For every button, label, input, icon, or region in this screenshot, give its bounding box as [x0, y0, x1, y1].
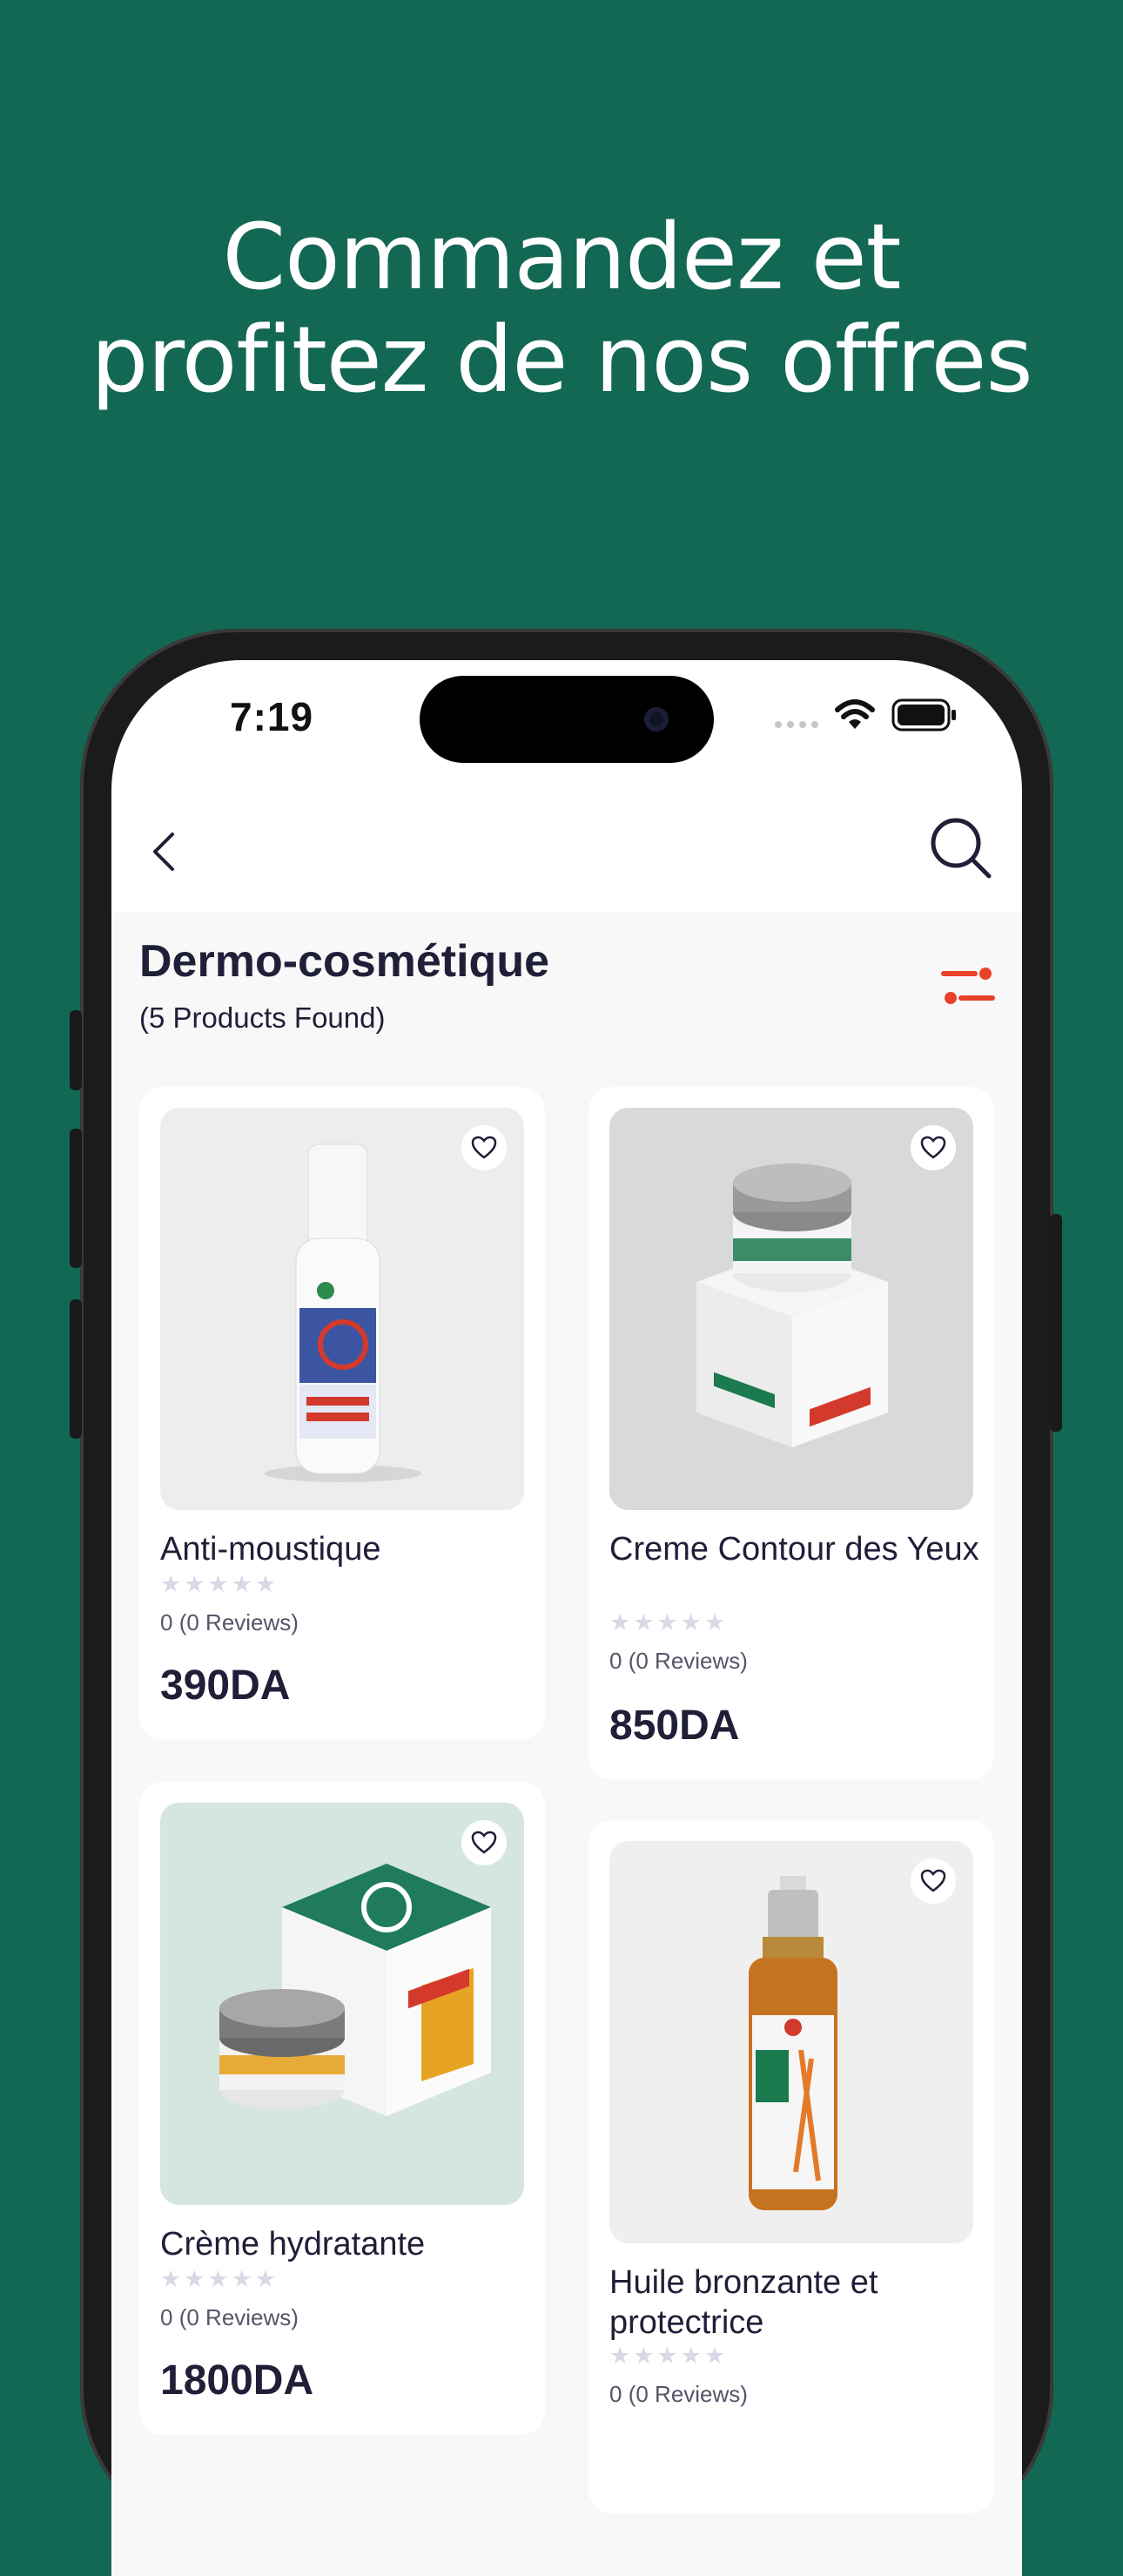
product-card[interactable]: Creme Contour des Yeux ★★★★★ 0 (0 Review…	[588, 1087, 994, 1780]
reviews-label: (0 Reviews)	[178, 2304, 299, 2330]
battery-icon	[891, 698, 956, 732]
product-name: Crème hydratante	[160, 2226, 426, 2262]
star-rating: ★★★★★	[160, 2266, 279, 2292]
rating-value: 0	[160, 1609, 173, 1635]
status-time: 7:19	[230, 694, 314, 739]
headline: Commandez et profitez de nos offres	[0, 206, 1123, 411]
product-price: 850DA	[609, 1703, 740, 1749]
heart-icon	[920, 1869, 946, 1892]
search-icon[interactable]	[926, 813, 996, 883]
review-count: 0 (0 Reviews)	[609, 1648, 748, 1675]
heart-icon	[471, 1136, 497, 1159]
heart-icon	[920, 1136, 946, 1159]
product-image-amber-oil-bottle	[609, 1841, 973, 2243]
phone-power-button	[1050, 1214, 1062, 1432]
reviews-label: (0 Reviews)	[628, 1648, 748, 1674]
rating-value: 0	[160, 2304, 173, 2330]
product-card[interactable]: Crème hydratante ★★★★★ 0 (0 Reviews) 180…	[139, 1782, 545, 2435]
heart-icon	[471, 1831, 497, 1854]
headline-line-2: profitez de nos offres	[91, 307, 1032, 413]
headline-line-1: Commandez et	[222, 204, 902, 310]
product-name: Creme Contour des Yeux	[609, 1531, 979, 1568]
favorite-button[interactable]	[911, 1858, 956, 1904]
reviews-label: (0 Reviews)	[178, 1609, 299, 1635]
star-rating: ★★★★★	[609, 2343, 729, 2369]
phone-volume-down-button	[70, 1299, 82, 1439]
status-icons	[775, 698, 958, 732]
favorite-button[interactable]	[461, 1125, 507, 1170]
product-list-area: Dermo-cosmétique (5 Products Found) Anti…	[111, 913, 1022, 2576]
category-title: Dermo-cosmétique	[139, 936, 549, 987]
phone-volume-up-button	[70, 1129, 82, 1268]
reviews-label: (0 Reviews)	[628, 2381, 748, 2407]
review-count: 0 (0 Reviews)	[609, 2381, 748, 2408]
product-price: 1800DA	[160, 2357, 314, 2404]
favorite-button[interactable]	[461, 1820, 507, 1865]
product-name: Anti-moustique	[160, 1531, 381, 1568]
rating-value: 0	[609, 1648, 622, 1674]
product-image-spray-bottle	[160, 1108, 524, 1510]
rating-value: 0	[609, 2381, 622, 2407]
product-card[interactable]: Huile bronzante et protectrice ★★★★★ 0 (…	[588, 1820, 994, 2513]
product-count: (5 Products Found)	[139, 1001, 386, 1034]
phone-side-button	[70, 1010, 82, 1090]
review-count: 0 (0 Reviews)	[160, 2304, 299, 2331]
product-price: 390DA	[160, 1662, 291, 1709]
cellular-signal-icon	[775, 702, 818, 728]
star-rating: ★★★★★	[609, 1609, 729, 1635]
product-image-cream-jar-green-box	[160, 1803, 524, 2205]
product-name: Huile bronzante et protectrice	[609, 2264, 878, 2341]
star-rating: ★★★★★	[160, 1571, 279, 1597]
wifi-icon	[835, 699, 875, 729]
product-image-cream-jar-box	[609, 1108, 973, 1510]
app-screen: 7:19 Dermo-cosmétique (5 Products Found)	[111, 660, 1022, 2576]
review-count: 0 (0 Reviews)	[160, 1609, 299, 1636]
favorite-button[interactable]	[911, 1125, 956, 1170]
product-card[interactable]: Anti-moustique ★★★★★ 0 (0 Reviews) 390DA	[139, 1087, 545, 1740]
dynamic-island	[420, 676, 714, 763]
chevron-left-icon[interactable]	[138, 826, 190, 878]
top-nav-bar	[111, 791, 1022, 913]
filter-icon[interactable]	[940, 963, 996, 1008]
